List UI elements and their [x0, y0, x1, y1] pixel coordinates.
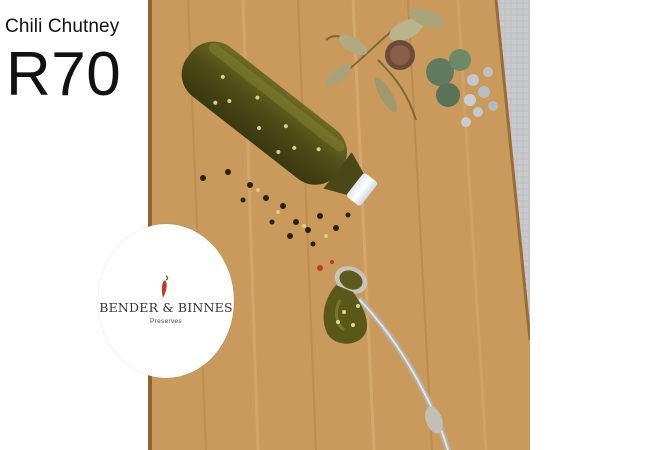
brand-tagline: Preserves [150, 318, 182, 325]
product-photo [148, 0, 530, 450]
product-price: R70 [6, 40, 122, 109]
chili-pepper-icon [161, 275, 169, 298]
product-name: Chili Chutney [5, 16, 120, 37]
brand-name: BENDER & BINNES [99, 300, 233, 315]
brand-logo-badge: BENDER & BINNES Preserves [98, 224, 234, 378]
product-advert: Chili Chutney R70 BENDER & BINNES Preser… [0, 0, 650, 450]
